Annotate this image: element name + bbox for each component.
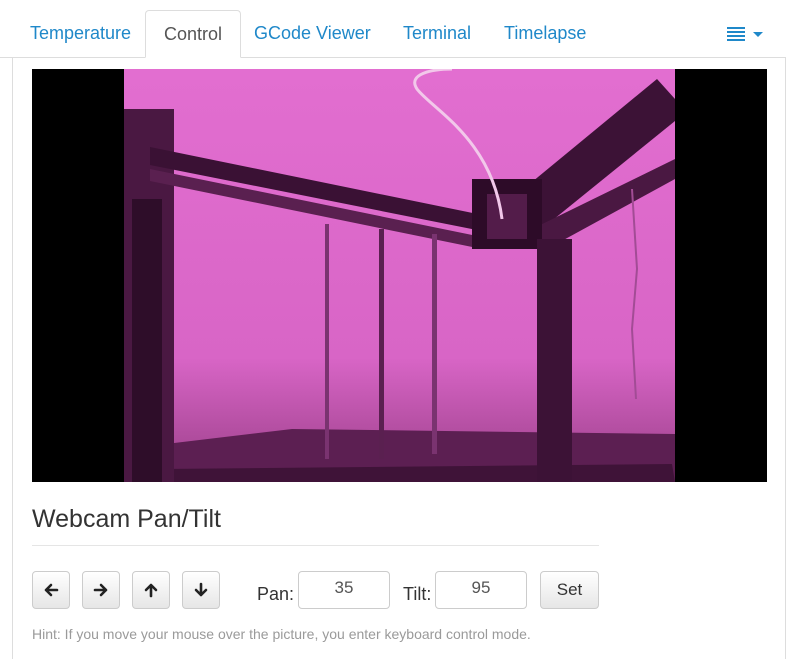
tilt-label: Tilt: [403,584,432,604]
section-title: Webcam Pan/Tilt [32,505,221,533]
tab-terminal[interactable]: Terminal [385,10,489,58]
tab-control[interactable]: Control [145,10,242,58]
webcam-stream-image [32,69,767,482]
arrow-left-icon [44,583,59,597]
pan-right-button[interactable] [82,571,120,609]
more-tabs-menu-button[interactable] [727,20,763,48]
tab-bar: Temperature Control GCode Viewer Termina… [0,0,786,58]
tilt-input[interactable] [435,571,527,609]
set-button[interactable]: Set [540,571,599,609]
pan-label: Pan: [257,584,295,604]
arrow-right-icon [93,583,108,597]
arrow-down-icon [194,582,208,597]
arrow-up-icon [144,583,158,598]
tilt-up-button[interactable] [132,571,170,609]
tab-timelapse[interactable]: Timelapse [486,10,604,58]
chevron-down-icon [753,31,763,37]
list-icon [727,27,745,41]
tilt-down-button[interactable] [182,571,220,609]
webcam-stream[interactable] [32,69,767,482]
hint-text: Hint: If you move your mouse over the pi… [32,626,531,642]
tab-temperature[interactable]: Temperature [12,10,149,58]
pan-input[interactable] [298,571,390,609]
tab-gcode-viewer[interactable]: GCode Viewer [236,10,389,58]
divider [32,545,599,546]
pan-left-button[interactable] [32,571,70,609]
